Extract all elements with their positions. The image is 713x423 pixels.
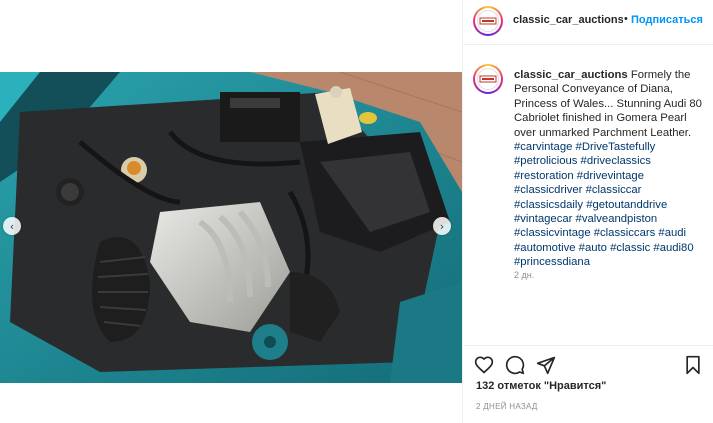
comment-icon[interactable] bbox=[505, 355, 525, 375]
next-image-button[interactable]: › bbox=[433, 217, 451, 235]
engine-bay-image bbox=[0, 72, 462, 383]
chevron-left-icon: ‹ bbox=[9, 219, 15, 233]
post-date[interactable]: 2 ДНЕЙ НАЗАД bbox=[476, 402, 538, 411]
post-sidebar: classic_car_auctions • Подписаться class… bbox=[462, 0, 713, 423]
header-username[interactable]: classic_car_auctions bbox=[513, 14, 623, 26]
bookmark-icon[interactable] bbox=[683, 355, 703, 375]
heart-icon[interactable] bbox=[474, 355, 494, 375]
classic-car-auctions-logo-icon bbox=[477, 10, 499, 32]
caption-username[interactable]: classic_car_auctions bbox=[514, 69, 628, 81]
follow-button[interactable]: Подписаться bbox=[631, 14, 703, 26]
classic-car-auctions-logo-icon bbox=[477, 68, 499, 90]
likes-count[interactable]: 132 отметок "Нравится" bbox=[476, 380, 606, 392]
post-actions: 132 отметок "Нравится" 2 ДНЕЙ НАЗАД bbox=[463, 345, 713, 423]
paper-plane-icon[interactable] bbox=[536, 355, 556, 375]
previous-image-button[interactable]: ‹ bbox=[3, 217, 21, 235]
post-header: classic_car_auctions • Подписаться bbox=[463, 0, 713, 45]
caption-avatar[interactable] bbox=[473, 64, 503, 94]
post-media-area: ‹ › bbox=[0, 0, 462, 423]
caption-hashtags[interactable]: #carvintage #DriveTastefully #petrolicio… bbox=[514, 141, 694, 268]
separator-dot: • bbox=[624, 13, 628, 25]
avatar[interactable] bbox=[473, 6, 503, 36]
caption-text-block: classic_car_auctions Formely the Persona… bbox=[514, 68, 710, 270]
chevron-right-icon: › bbox=[439, 219, 445, 233]
post-photo[interactable] bbox=[0, 72, 462, 383]
caption-timestamp: 2 дн. bbox=[514, 270, 535, 280]
